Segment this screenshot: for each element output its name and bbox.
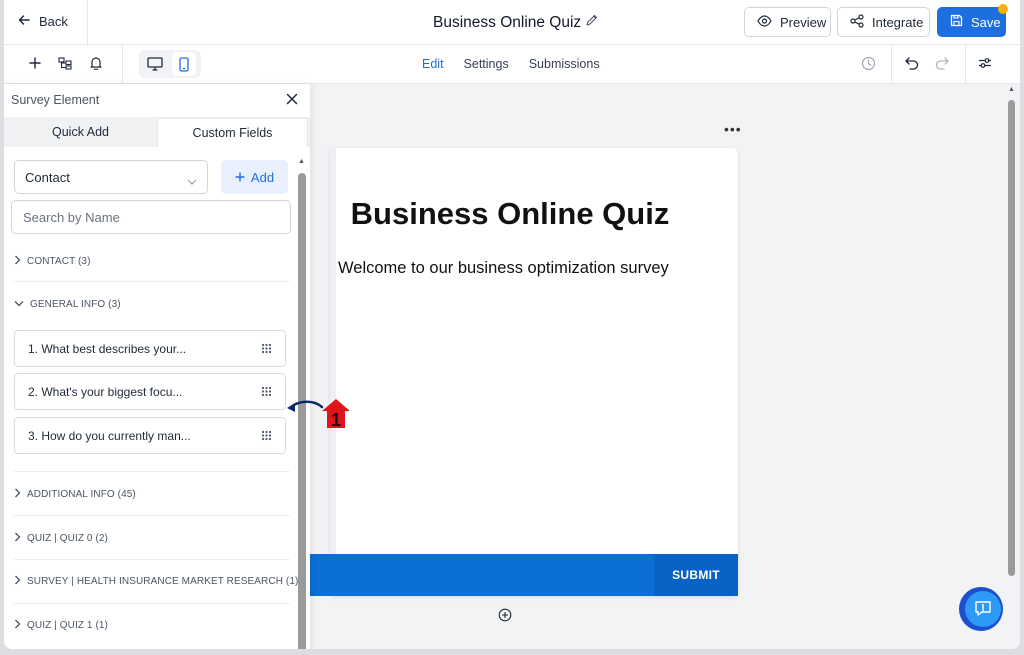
category-contact[interactable]: CONTACT (3) <box>14 255 91 268</box>
undo-icon[interactable] <box>904 55 920 71</box>
arrow-left-icon <box>18 14 30 29</box>
device-toggle <box>139 50 201 78</box>
tab-settings[interactable]: Settings <box>464 57 509 71</box>
list-item[interactable]: 3. How do you currently man... <box>14 417 286 454</box>
step-marker: 1 <box>286 399 356 436</box>
panel-title: Survey Element <box>11 93 100 107</box>
unsaved-indicator <box>998 4 1008 14</box>
layers-icon[interactable] <box>58 56 72 70</box>
share-icon <box>850 13 864 31</box>
save-button[interactable]: Save <box>937 4 1008 37</box>
page-title-text: Business Online Quiz <box>433 13 582 31</box>
category-select-value: Contact <box>25 169 70 185</box>
integrate-label: Integrate <box>872 14 924 30</box>
tab-submissions[interactable]: Submissions <box>529 57 600 71</box>
plus-icon[interactable] <box>28 56 42 70</box>
category-general-info[interactable]: GENERAL INFO (3) <box>14 299 121 310</box>
chevron-down-icon <box>187 173 197 188</box>
sliders-icon[interactable] <box>977 55 993 71</box>
redo-icon[interactable] <box>934 55 950 71</box>
divider <box>14 603 290 604</box>
chevron-right-icon <box>14 532 21 545</box>
tab-custom-fields[interactable]: Custom Fields <box>157 118 308 147</box>
list-item[interactable]: 1. What best describes your... <box>14 330 286 367</box>
form-card: Business Online Quiz Welcome to our busi… <box>330 148 738 596</box>
preview-button[interactable]: Preview <box>744 7 831 37</box>
category-quiz-1[interactable]: QUIZ | QUIZ 1 (1) <box>14 619 108 632</box>
list-item-label: 2. What's your biggest focu... <box>28 384 183 399</box>
more-options-icon[interactable]: ••• <box>724 121 742 137</box>
category-label: GENERAL INFO (3) <box>30 299 121 310</box>
scroll-up-icon[interactable]: ▲ <box>1008 86 1015 93</box>
category-label: QUIZ | QUIZ 0 (2) <box>27 533 108 544</box>
app-frame: Back Business Online Quiz Preview Integr… <box>4 0 1020 649</box>
drag-handle-icon[interactable] <box>261 386 272 400</box>
search-placeholder: Search by Name <box>23 209 120 225</box>
scroll-up-icon[interactable]: ▲ <box>298 158 305 165</box>
category-quiz-0[interactable]: QUIZ | QUIZ 0 (2) <box>14 532 108 545</box>
support-chat-button[interactable] <box>959 587 1003 631</box>
plus-icon <box>235 170 245 185</box>
mobile-icon[interactable] <box>172 52 196 76</box>
editor-toolbar: Edit Settings Submissions <box>4 45 1020 84</box>
save-label: Save <box>971 14 1001 30</box>
divider <box>122 45 123 84</box>
step-number: 1 <box>331 410 341 430</box>
divider <box>14 515 290 516</box>
add-label: Add <box>250 169 275 185</box>
list-item-label: 3. How do you currently man... <box>28 428 191 443</box>
tab-edit[interactable]: Edit <box>422 57 444 71</box>
divider <box>891 45 892 84</box>
chevron-right-icon <box>14 255 21 268</box>
search-input[interactable]: Search by Name <box>11 200 291 234</box>
category-survey-health[interactable]: SURVEY | HEALTH INSURANCE MARKET RESEARC… <box>14 575 298 588</box>
divider <box>14 559 290 560</box>
page-title[interactable]: Business Online Quiz <box>433 13 599 32</box>
panel-tabs: Quick Add Custom Fields <box>4 117 310 147</box>
divider <box>14 471 290 472</box>
chevron-down-icon <box>14 299 24 310</box>
desktop-icon[interactable] <box>145 55 165 73</box>
category-label: SURVEY | HEALTH INSURANCE MARKET RESEARC… <box>27 576 299 587</box>
drag-handle-icon[interactable] <box>261 430 272 444</box>
back-button[interactable]: Back <box>18 14 68 29</box>
save-icon <box>950 14 963 30</box>
chevron-right-icon <box>14 488 21 501</box>
bell-icon[interactable] <box>89 56 103 70</box>
chat-icon <box>965 591 1001 627</box>
integrate-button[interactable]: Integrate <box>837 7 930 37</box>
tab-quick-add[interactable]: Quick Add <box>4 117 157 147</box>
category-label: ADDITIONAL INFO (45) <box>27 489 136 500</box>
eye-icon <box>757 14 772 30</box>
category-label: QUIZ | QUIZ 1 (1) <box>27 620 108 631</box>
submit-button[interactable]: SUBMIT <box>654 554 738 596</box>
close-icon[interactable] <box>286 92 298 110</box>
top-bar: Back Business Online Quiz Preview Integr… <box>4 0 1020 45</box>
list-item[interactable]: 2. What's your biggest focu... <box>14 373 286 410</box>
chevron-right-icon <box>14 575 21 588</box>
form-title[interactable]: Business Online Quiz <box>330 196 690 232</box>
drag-handle-icon[interactable] <box>261 343 272 357</box>
list-item-label: 1. What best describes your... <box>28 341 187 356</box>
chevron-right-icon <box>14 619 21 632</box>
history-icon[interactable] <box>860 55 876 71</box>
category-label: CONTACT (3) <box>27 256 91 267</box>
add-button[interactable]: Add <box>221 160 288 194</box>
add-section-icon[interactable] <box>498 608 512 627</box>
divider <box>14 281 290 282</box>
submit-bar: SUBMIT <box>304 554 738 596</box>
survey-element-panel: Survey Element Quick Add Custom Fields C… <box>4 84 310 649</box>
canvas-scrollbar[interactable] <box>1008 100 1015 576</box>
form-subtitle[interactable]: Welcome to our business optimization sur… <box>338 259 669 278</box>
preview-label: Preview <box>780 14 827 30</box>
category-additional-info[interactable]: ADDITIONAL INFO (45) <box>14 488 136 501</box>
pencil-icon[interactable] <box>585 13 599 32</box>
category-select[interactable]: Contact <box>14 160 208 194</box>
divider <box>965 45 966 84</box>
back-label: Back <box>39 14 68 29</box>
editor-tabs: Edit Settings Submissions <box>422 57 600 71</box>
divider <box>87 0 88 45</box>
